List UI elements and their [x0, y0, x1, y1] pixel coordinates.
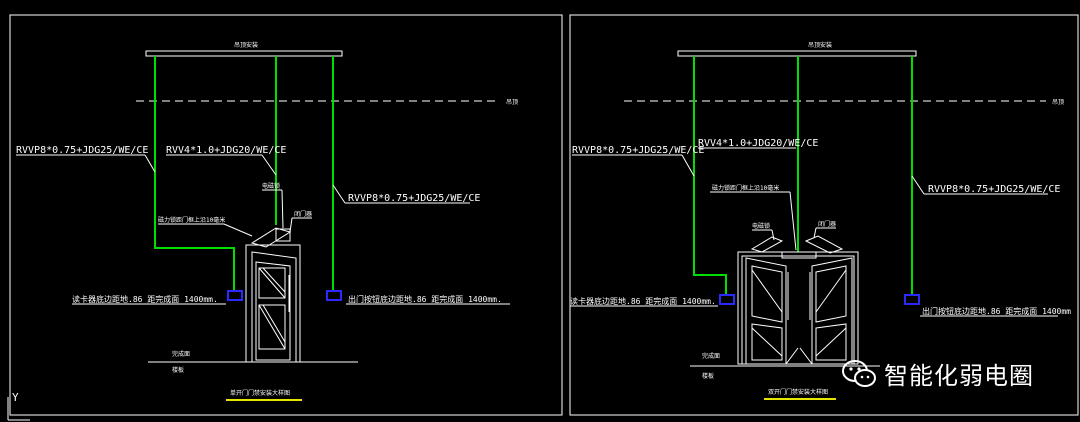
- right-floor-top: 完成面: [702, 352, 720, 360]
- left-cable-mid-label: RVV4*1.0+JDG20/WE/CE: [166, 145, 286, 156]
- left-ceiling-side: 吊顶: [506, 99, 518, 106]
- left-button-label: 出门按钮底边距地.86 距完成面 1400mm.: [348, 294, 502, 304]
- ucs-icon: Y: [7, 391, 30, 421]
- left-card-reader: [227, 290, 243, 301]
- right-closer-right: [804, 235, 844, 254]
- right-cable-reader: [693, 56, 727, 296]
- left-exit-button: [326, 290, 342, 301]
- left-panel-frame: [9, 14, 563, 416]
- right-mag-lock: [781, 251, 817, 259]
- left-floor-bottom: 楼板: [172, 366, 184, 374]
- left-reader-label: 读卡器底边距地.86 距完成面 1400mm.: [72, 294, 218, 304]
- right-cable-mid-label: RVV4*1.0+JDG20/WE/CE: [698, 138, 818, 149]
- ucs-y-label: Y: [12, 391, 19, 404]
- left-closer-label: 闭门器: [294, 210, 312, 218]
- right-exit-button: [904, 294, 920, 305]
- right-button-label: 出门按钮底边距地.86 距完成面 1400mm: [922, 306, 1071, 316]
- right-detail: 吊顶安装 吊顶 RVVP8*0.75+JDG25/WE/CE RVV4*1.0+…: [570, 41, 1071, 400]
- left-bracket-label: 磁力锁距门框上沿10毫米: [158, 216, 225, 224]
- left-cable-right-label: RVVP8*0.75+JDG25/WE/CE: [348, 193, 480, 204]
- right-closer-left: [750, 236, 784, 253]
- right-ceiling-side: 吊顶: [1052, 99, 1064, 106]
- left-title: 单开门门禁安装大样图: [230, 389, 290, 397]
- right-ceiling-plate: [677, 50, 917, 57]
- left-ceiling-plate: [145, 50, 343, 57]
- wechat-icon: [842, 359, 876, 387]
- left-floor-top: 完成面: [172, 350, 190, 358]
- right-cable-right-label: RVVP8*0.75+JDG25/WE/CE: [928, 184, 1060, 195]
- right-ceiling-tag: 吊顶安装: [808, 41, 832, 49]
- right-lock-label-l: 电磁锁: [752, 222, 770, 230]
- left-door-closer: [250, 227, 292, 248]
- right-lock-label-r: 闭门器: [818, 220, 836, 228]
- left-cable-left-label: RVVP8*0.75+JDG25/WE/CE: [16, 145, 148, 156]
- left-ceiling-tag: 吊顶安装: [234, 41, 258, 49]
- watermark: 智能化弱电圈: [842, 356, 1034, 391]
- right-double-door: [737, 251, 859, 365]
- right-floor-bottom: 楼板: [702, 372, 714, 380]
- right-reader-label: 读卡器底边距地.86 距完成面 1400mm.: [570, 296, 716, 306]
- watermark-text: 智能化弱电圈: [884, 362, 1034, 390]
- right-bracket-label: 磁力锁距门框上沿10毫米: [712, 184, 779, 192]
- left-lock-label: 电磁锁: [262, 182, 280, 190]
- left-cable-reader: [154, 56, 235, 292]
- left-single-door: [245, 244, 301, 363]
- right-card-reader: [719, 294, 735, 305]
- left-detail: 吊顶安装 吊顶 RVVP8*0.75+JDG25/WE/CE RVV4*1.0+…: [16, 41, 518, 401]
- right-panel-frame: [569, 14, 1079, 416]
- right-cable-left-label: RVVP8*0.75+JDG25/WE/CE: [572, 145, 704, 156]
- right-title: 双开门门禁安装大样图: [768, 388, 828, 396]
